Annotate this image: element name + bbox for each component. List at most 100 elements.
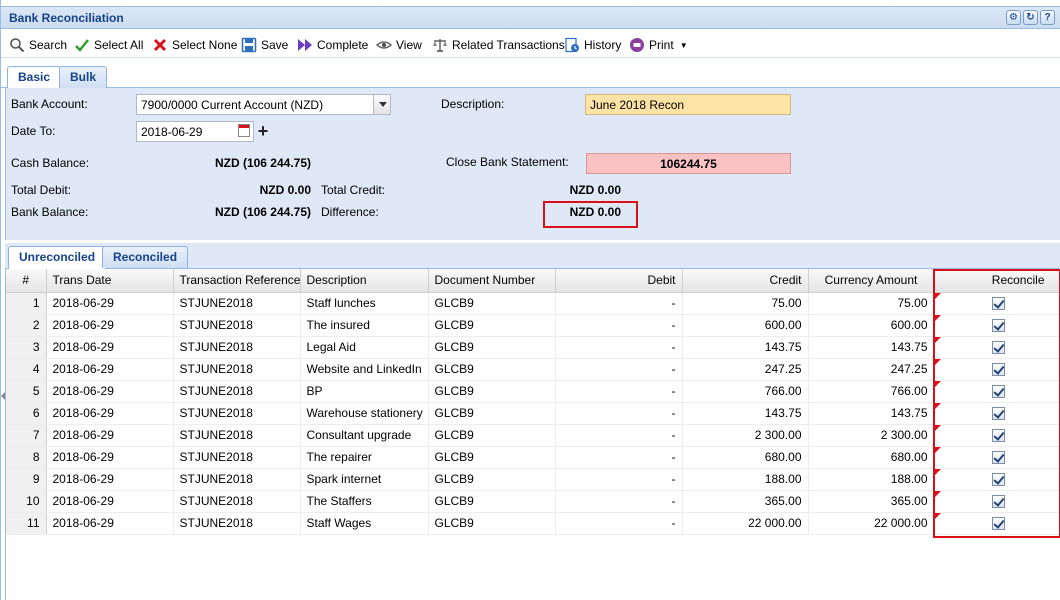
description-field[interactable]: June 2018 Recon — [585, 94, 791, 115]
date-to-value: 2018-06-29 — [141, 125, 203, 139]
collapse-handle-icon[interactable] — [1, 392, 5, 400]
gear-icon[interactable]: ⚙ — [1006, 10, 1021, 25]
column-header[interactable]: Transaction Reference — [173, 269, 301, 293]
transaction-reference-cell: STJUNE2018 — [173, 292, 301, 315]
table-row[interactable]: 10 2018-06-29 STJUNE2018 The Staffers GLCB9-… — [6, 490, 1060, 513]
toolbar: Search Select All Select None Save Compl… — [1, 30, 1060, 58]
close-bank-statement-value: 106244.75 — [660, 157, 717, 171]
select-none-label: Select None — [172, 38, 238, 52]
view-button[interactable]: View — [376, 36, 422, 54]
table-row[interactable]: 6 2018-06-29 STJUNE2018 Warehouse stationer… — [6, 402, 1060, 425]
credit-cell: 680.00 — [682, 446, 809, 469]
select-none-button[interactable]: Select None — [152, 36, 237, 54]
tab-reconciled[interactable]: Reconciled — [102, 246, 189, 268]
related-transactions-label: Related Transactions — [452, 38, 565, 52]
debit-cell: - — [555, 292, 683, 315]
description-cell: The repairer — [300, 446, 429, 469]
column-header[interactable]: Description — [300, 269, 429, 293]
credit-cell: 247.25 — [682, 358, 809, 381]
search-label: Search — [29, 38, 68, 52]
add-date-icon[interactable]: + — [255, 121, 271, 142]
column-header[interactable]: Trans Date — [46, 269, 174, 293]
trans-date-cell: 2018-06-29 — [46, 446, 174, 469]
view-label: View — [396, 38, 422, 52]
table-row[interactable]: 4 2018-06-29 STJUNE2018 Website and LinkedI… — [6, 358, 1060, 381]
refresh-icon[interactable]: ↻ — [1023, 10, 1038, 25]
currency-amount-cell: 600.00 — [808, 314, 935, 337]
row-number: 3 — [6, 336, 47, 359]
window-title: Bank Reconciliation — [9, 11, 124, 25]
credit-cell: 143.75 — [682, 336, 809, 359]
select-all-button[interactable]: Select All — [74, 36, 143, 54]
table-row[interactable]: 5 2018-06-29 STJUNE2018 BP GLCB9-766.00 766.0… — [6, 380, 1060, 403]
description-label: Description: — [441, 97, 505, 111]
description-cell: Staff lunches — [300, 292, 429, 315]
search-button[interactable]: Search — [9, 36, 67, 54]
complete-label: Complete — [317, 38, 369, 52]
currency-amount-cell: 22 000.00 — [808, 512, 935, 535]
document-number-cell: GLCB9 — [428, 402, 556, 425]
table-row[interactable]: 2 2018-06-29 STJUNE2018 The insured GLCB9-60… — [6, 314, 1060, 337]
reconciliation-form: Bank Account: 7900/0000 Current Account … — [5, 88, 1060, 240]
close-bank-statement-field[interactable]: 106244.75 — [586, 153, 791, 174]
reconcile-column-highlight — [933, 269, 1060, 538]
related-transactions-button[interactable]: Related Transactions — [432, 36, 565, 54]
save-button[interactable]: Save — [241, 36, 288, 54]
date-to-label: Date To: — [11, 124, 56, 138]
currency-amount-cell: 143.75 — [808, 402, 935, 425]
description-cell: Spark internet — [300, 468, 429, 491]
column-header[interactable]: Currency Amount — [808, 269, 935, 293]
tab-bulk[interactable]: Bulk — [59, 66, 108, 88]
print-button[interactable]: Print ▼ — [629, 36, 688, 54]
bank-account-label: Bank Account: — [11, 97, 88, 111]
bank-account-select[interactable]: 7900/0000 Current Account (NZD) — [136, 94, 391, 115]
calendar-icon[interactable] — [238, 124, 250, 137]
column-header[interactable]: # — [6, 269, 47, 293]
title-bar: Bank Reconciliation ⚙ ↻ ? — [1, 6, 1060, 29]
column-header[interactable]: Document Number — [428, 269, 556, 293]
table-row[interactable]: 9 2018-06-29 STJUNE2018 Spark internet GLCB9… — [6, 468, 1060, 491]
transaction-reference-cell: STJUNE2018 — [173, 402, 301, 425]
chevron-down-icon[interactable] — [373, 95, 390, 114]
document-number-cell: GLCB9 — [428, 314, 556, 337]
column-header[interactable]: Debit — [555, 269, 683, 293]
description-cell: Consultant upgrade — [300, 424, 429, 447]
red-x-icon — [153, 38, 167, 52]
debit-cell: - — [555, 468, 683, 491]
row-number: 10 — [6, 490, 47, 513]
transaction-reference-cell: STJUNE2018 — [173, 358, 301, 381]
currency-amount-cell: 2 300.00 — [808, 424, 935, 447]
currency-amount-cell: 680.00 — [808, 446, 935, 469]
bank-account-value: 7900/0000 Current Account (NZD) — [141, 98, 324, 112]
history-button[interactable]: History — [564, 36, 621, 54]
row-number: 9 — [6, 468, 47, 491]
print-icon — [630, 38, 644, 52]
row-number: 8 — [6, 446, 47, 469]
help-icon[interactable]: ? — [1040, 10, 1055, 25]
date-to-field[interactable]: 2018-06-29 — [136, 121, 254, 142]
document-number-cell: GLCB9 — [428, 512, 556, 535]
document-number-cell: GLCB9 — [428, 292, 556, 315]
tab-basic[interactable]: Basic — [7, 66, 62, 89]
row-number: 2 — [6, 314, 47, 337]
currency-amount-cell: 766.00 — [808, 380, 935, 403]
checkmark-icon — [75, 39, 89, 52]
currency-amount-cell: 365.00 — [808, 490, 935, 513]
table-row[interactable]: 7 2018-06-29 STJUNE2018 Consultant upgrade G… — [6, 424, 1060, 447]
column-header[interactable]: Credit — [682, 269, 809, 293]
select-all-label: Select All — [94, 38, 144, 52]
description-cell: Staff Wages — [300, 512, 429, 535]
table-row[interactable]: 8 2018-06-29 STJUNE2018 The repairer GLCB9-6… — [6, 446, 1060, 469]
transaction-reference-cell: STJUNE2018 — [173, 380, 301, 403]
trans-date-cell: 2018-06-29 — [46, 292, 174, 315]
debit-cell: - — [555, 336, 683, 359]
table-row[interactable]: 1 2018-06-29 STJUNE2018 Staff lunches GLCB9-… — [6, 292, 1060, 315]
debit-cell: - — [555, 358, 683, 381]
complete-button[interactable]: Complete — [297, 36, 368, 54]
table-row[interactable]: 3 2018-06-29 STJUNE2018 Legal Aid GLCB9-143.… — [6, 336, 1060, 359]
transaction-reference-cell: STJUNE2018 — [173, 512, 301, 535]
trans-date-cell: 2018-06-29 — [46, 512, 174, 535]
table-row[interactable]: 11 2018-06-29 STJUNE2018 Staff Wages GLCB9-2… — [6, 512, 1060, 535]
tab-unreconciled[interactable]: Unreconciled — [8, 246, 107, 269]
transaction-reference-cell: STJUNE2018 — [173, 336, 301, 359]
